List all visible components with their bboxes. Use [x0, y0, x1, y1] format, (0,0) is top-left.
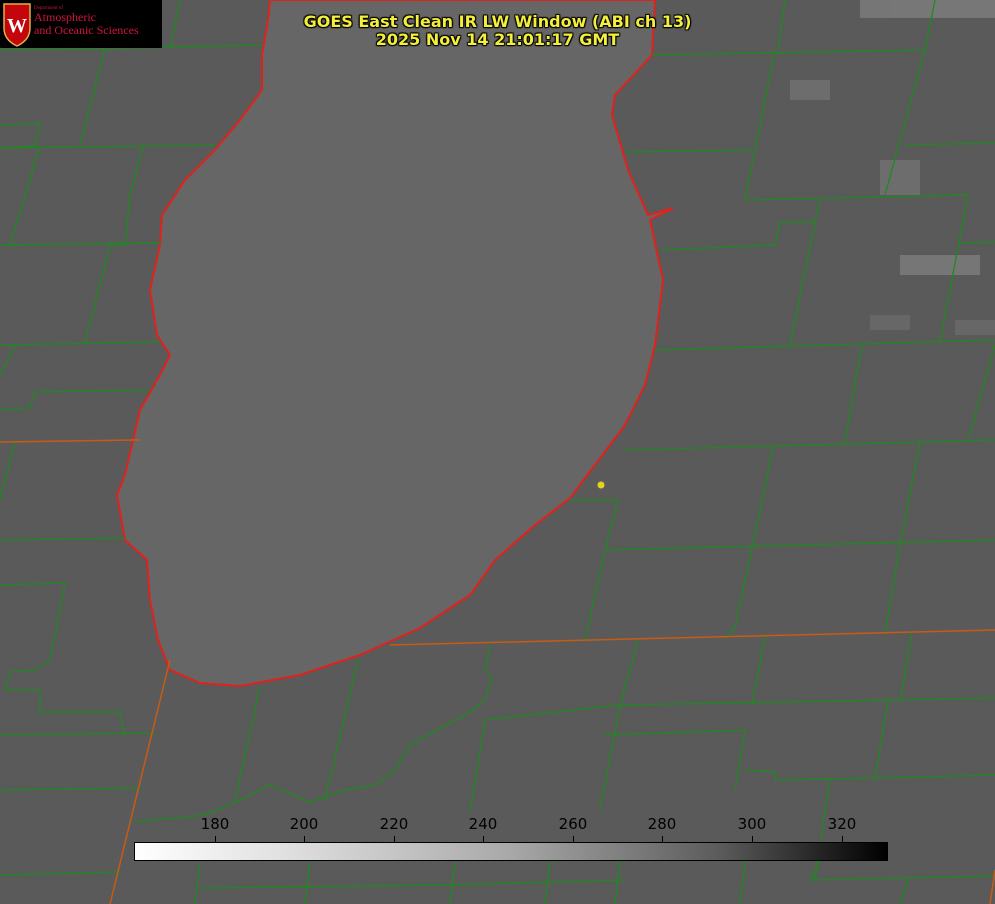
colorbar-tick-label: 300	[737, 815, 767, 833]
colorbar-tick-label: 240	[468, 815, 498, 833]
colorbar-tick-label: 280	[647, 815, 677, 833]
colorbar-tick-label: 260	[558, 815, 588, 833]
colorbar-tick-label: 200	[289, 815, 319, 833]
satellite-map	[0, 0, 995, 904]
colorbar-tick-label: 320	[827, 815, 857, 833]
timestamp-title: 2025 Nov 14 21:01:17 GMT	[375, 30, 620, 49]
location-marker	[597, 481, 605, 489]
product-title: GOES East Clean IR LW Window (ABI ch 13)	[303, 12, 692, 31]
colorbar-tick-label: 180	[200, 815, 230, 833]
colorbar-tick-label: 220	[379, 815, 409, 833]
colorbar-gradient	[134, 842, 888, 861]
